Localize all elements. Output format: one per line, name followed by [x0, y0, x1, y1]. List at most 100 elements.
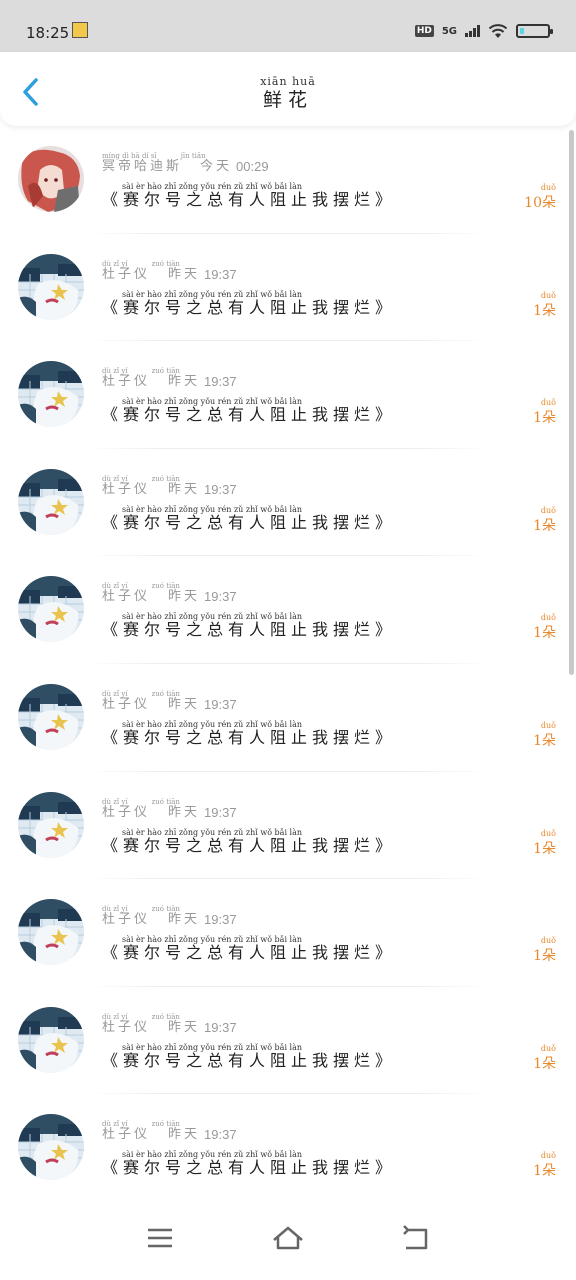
count-unit: 朵	[542, 948, 556, 965]
flower-record-list: míng dì hā dí sī jīn tiān 冥帝哈迪斯 今天 00:29 sài …	[0, 126, 576, 1202]
hd-icon: HD	[414, 25, 434, 37]
notification-icon	[72, 22, 88, 38]
flower-count: duǒ 1朵	[533, 829, 556, 858]
day-label: 昨天	[168, 696, 201, 712]
book-title[interactable]: 《赛尔号之总有人阻止我摆烂》	[102, 836, 396, 855]
day-label: 昨天	[168, 589, 201, 605]
day-label: 昨天	[168, 481, 201, 497]
item-meta: dù zǐ yí zuó tiān 杜子仪 昨天 19:37	[102, 1013, 237, 1035]
message: sài èr hào zhī zǒng yǒu rén zǔ zhǐ wǒ bǎ…	[102, 398, 396, 424]
avatar[interactable]	[18, 576, 84, 643]
book-title[interactable]: 《赛尔号之总有人阻止我摆烂》	[102, 298, 396, 317]
list-item[interactable]: dù zǐ yí zuó tiān 杜子仪 昨天 19:37 sài èr hào zhī…	[0, 987, 576, 1095]
list-item[interactable]: dù zǐ yí zuó tiān 杜子仪 昨天 19:37 sài èr hào zhī…	[0, 234, 576, 342]
status-bar: 18:25 HD 5G	[0, 0, 576, 52]
top-bar: xiān huā 鲜花	[0, 52, 576, 126]
sender-name[interactable]: 杜子仪	[102, 913, 150, 927]
time-label: 19:37	[204, 374, 237, 390]
count-unit: 朵	[542, 195, 556, 211]
flower-count: duǒ 1朵	[533, 399, 556, 427]
day-label: 昨天	[168, 1127, 201, 1143]
list-item[interactable]: dù zǐ yí zuó tiān 杜子仪 昨天 19:37 sài èr hào zhī…	[0, 772, 576, 880]
avatar[interactable]	[18, 253, 84, 320]
day-label: 昨天	[168, 1019, 201, 1035]
unit-pinyin: duǒ	[540, 1151, 556, 1161]
count-unit: 朵	[542, 840, 556, 857]
item-meta: dù zǐ yí zuó tiān 杜子仪 昨天 19:37	[102, 475, 237, 497]
flower-count: duǒ 1朵	[533, 1043, 556, 1073]
time-label: 19:37	[204, 266, 237, 282]
time-label: 00:29	[236, 159, 269, 174]
list-item[interactable]: dù zǐ yí zuó tiān 杜子仪 昨天 19:37 sài èr hào zhī…	[0, 664, 576, 772]
sender-name[interactable]: 杜子仪	[102, 375, 150, 389]
home-button[interactable]	[268, 1218, 308, 1258]
sender-name[interactable]: 杜子仪	[102, 805, 150, 820]
book-title[interactable]: 《赛尔号之总有人阻止我摆烂》	[102, 1159, 396, 1177]
book-title[interactable]: 《赛尔号之总有人阻止我摆烂》	[102, 513, 396, 532]
book-title[interactable]: 《赛尔号之总有人阻止我摆烂》	[102, 406, 396, 424]
time-label: 19:37	[204, 912, 237, 928]
count-value: 1	[533, 1163, 542, 1180]
avatar[interactable]	[18, 1006, 84, 1073]
sender-name[interactable]: 杜子仪	[102, 697, 150, 712]
message: sài èr hào zhī zǒng yǒu rén zǔ zhǐ wǒ bǎ…	[102, 613, 396, 639]
item-meta: dù zǐ yí zuó tiān 杜子仪 昨天 19:37	[102, 690, 237, 712]
back-nav-button[interactable]	[396, 1218, 436, 1258]
time-label: 19:37	[204, 1127, 237, 1143]
book-title[interactable]: 《赛尔号之总有人阻止我摆烂》	[102, 191, 396, 209]
avatar[interactable]	[18, 361, 84, 428]
time-label: 19:37	[204, 804, 237, 820]
count-unit: 朵	[542, 625, 556, 642]
avatar[interactable]	[18, 468, 84, 535]
back-nav-icon	[403, 1225, 428, 1250]
flower-count: duǒ 1朵	[533, 614, 556, 642]
unit-pinyin: duǒ	[540, 1043, 556, 1053]
list-item[interactable]: míng dì hā dí sī jīn tiān 冥帝哈迪斯 今天 00:29 sài …	[0, 126, 576, 234]
count-unit: 朵	[542, 1055, 556, 1072]
count-unit: 朵	[542, 302, 556, 319]
unit-pinyin: duǒ	[540, 398, 556, 408]
avatar[interactable]	[18, 899, 84, 966]
item-meta: míng dì hā dí sī jīn tiān 冥帝哈迪斯 今天 00:29	[102, 152, 269, 174]
sender-name[interactable]: 杜子仪	[102, 1128, 150, 1142]
sender-name[interactable]: 杜子仪	[102, 482, 150, 497]
unit-pinyin: duǒ	[540, 183, 556, 192]
count-value: 1	[533, 302, 542, 319]
wifi-icon	[488, 24, 508, 38]
book-title[interactable]: 《赛尔号之总有人阻止我摆烂》	[102, 1051, 396, 1070]
time-label: 19:37	[204, 1019, 237, 1035]
book-title[interactable]: 《赛尔号之总有人阻止我摆烂》	[102, 621, 396, 639]
list-item[interactable]: dù zǐ yí zuó tiān 杜子仪 昨天 19:37 sài èr hào zhī…	[0, 1094, 576, 1202]
list-item[interactable]: dù zǐ yí zuó tiān 杜子仪 昨天 19:37 sài èr hào zhī…	[0, 879, 576, 987]
menu-button[interactable]	[140, 1218, 180, 1258]
day-label: 昨天	[168, 374, 201, 390]
count-value: 10	[524, 195, 542, 211]
count-unit: 朵	[542, 410, 556, 427]
page-title-text: 鲜花	[262, 89, 313, 111]
count-value: 1	[533, 1055, 542, 1072]
list-item[interactable]: dù zǐ yí zuó tiān 杜子仪 昨天 19:37 sài èr hào zhī…	[0, 449, 576, 557]
avatar[interactable]	[18, 146, 84, 212]
book-title[interactable]: 《赛尔号之总有人阻止我摆烂》	[102, 944, 396, 962]
count-unit: 朵	[542, 517, 556, 534]
book-title[interactable]: 《赛尔号之总有人阻止我摆烂》	[102, 728, 396, 747]
message: sài èr hào zhī zǒng yǒu rén zǔ zhǐ wǒ bǎ…	[102, 290, 396, 317]
network-type: 5G	[441, 25, 457, 37]
avatar[interactable]	[18, 683, 84, 750]
scrollbar[interactable]	[569, 130, 574, 675]
list-item[interactable]: dù zǐ yí zuó tiān 杜子仪 昨天 19:37 sài èr hào zhī…	[0, 556, 576, 664]
sender-name[interactable]: 杜子仪	[102, 1020, 150, 1035]
sender-name[interactable]: 杜子仪	[102, 590, 150, 604]
unit-pinyin: duǒ	[540, 613, 556, 623]
list-item[interactable]: dù zǐ yí zuó tiān 杜子仪 昨天 19:37 sài èr hào zhī…	[0, 341, 576, 449]
avatar[interactable]	[18, 1114, 84, 1181]
sender-name[interactable]: 杜子仪	[102, 267, 150, 282]
item-meta: dù zǐ yí zuó tiān 杜子仪 昨天 19:37	[102, 905, 237, 927]
item-meta: dù zǐ yí zuó tiān 杜子仪 昨天 19:37	[102, 798, 237, 820]
sender-name[interactable]: 冥帝哈迪斯	[102, 160, 182, 174]
flower-count: duǒ 1朵	[533, 291, 556, 320]
count-unit: 朵	[542, 732, 556, 749]
status-indicators: HD 5G	[414, 20, 553, 42]
avatar[interactable]	[18, 791, 84, 858]
unit-pinyin: duǒ	[540, 720, 556, 730]
